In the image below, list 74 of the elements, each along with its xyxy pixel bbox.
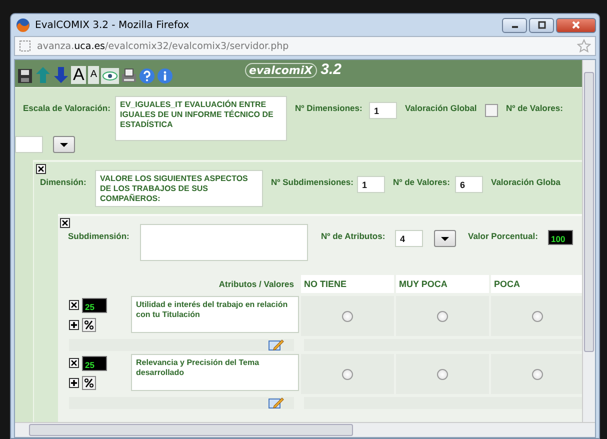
- values-field[interactable]: [15, 136, 43, 153]
- url-text: avanza.uca.es/evalcomix32/evalcomix3/servidor.php: [37, 40, 289, 52]
- percent-icon: [84, 320, 94, 330]
- firefox-icon: [16, 18, 30, 32]
- column-header: NO TIENE: [301, 275, 394, 293]
- save-icon[interactable]: [17, 68, 33, 84]
- help-icon[interactable]: [139, 68, 156, 84]
- values-field[interactable]: 6: [455, 176, 483, 193]
- close-button[interactable]: [556, 18, 596, 32]
- field-label: Valor Porcentual:: [468, 231, 539, 241]
- column-header: MUY POCA: [396, 275, 489, 293]
- subdimension-field[interactable]: [140, 224, 308, 261]
- radio-button[interactable]: [437, 310, 448, 322]
- attribute-field[interactable]: Relevancia y Precisión del Tema desarrollado: [131, 354, 299, 391]
- attribute-field[interactable]: Utilidad e interés del trabajo en relación con tu Titulación: [131, 296, 299, 333]
- radio-button[interactable]: [532, 310, 543, 322]
- field-label: Nº Dimensiones:: [295, 103, 364, 113]
- field-label: Nº Subdimensiones:: [271, 177, 354, 187]
- font-larger-button[interactable]: A: [71, 66, 86, 84]
- close-icon: [571, 21, 581, 29]
- note-edit-icon[interactable]: [268, 397, 284, 409]
- plus-icon[interactable]: [69, 320, 79, 330]
- column-header: Atributos / Valores: [218, 279, 295, 289]
- percent-button[interactable]: [82, 318, 96, 332]
- dropdown-button[interactable]: [434, 230, 456, 247]
- version-text: 3.2: [320, 60, 342, 78]
- plus-icon[interactable]: [69, 378, 79, 388]
- close-icon[interactable]: [69, 358, 79, 368]
- dimension-field[interactable]: VALORE LOS SIGUIENTES ASPECTOS DE LOS TRABAJOS DE SUS COMPAÑEROS:: [95, 170, 263, 207]
- caret-icon: [440, 236, 450, 242]
- radio-button[interactable]: [342, 368, 353, 380]
- global-checkbox[interactable]: [485, 104, 498, 117]
- percent-field[interactable]: 25: [82, 298, 107, 313]
- vertical-scrollbar[interactable]: [582, 60, 595, 422]
- field-label: Valoración Globa: [491, 177, 560, 187]
- app-logo: evalcomiX: [245, 62, 317, 78]
- bookmark-star-icon[interactable]: [577, 39, 591, 53]
- horizontal-scrollbar[interactable]: [15, 422, 595, 437]
- dropdown-button[interactable]: [53, 136, 75, 153]
- field-label: Nº de Atributos:: [321, 231, 386, 241]
- address-field[interactable]: avanza.uca.es/evalcomix32/evalcomix3/servidor.php: [14, 36, 596, 56]
- field-label: Nº de Valores:: [506, 103, 563, 113]
- page-icon: [19, 40, 31, 52]
- minimize-button[interactable]: [502, 18, 527, 32]
- window-title: EvalCOMIX 3.2 - Mozilla Firefox: [35, 20, 190, 30]
- field-label: Nº de Valores:: [393, 177, 451, 187]
- percent-button[interactable]: [82, 376, 96, 390]
- arrow-down-icon[interactable]: [53, 66, 69, 84]
- close-icon[interactable]: [60, 218, 70, 228]
- maximize-icon: [536, 21, 546, 29]
- info-icon[interactable]: [157, 68, 174, 84]
- close-icon[interactable]: [36, 164, 46, 174]
- field-label: Subdimensión:: [68, 231, 130, 241]
- radio-button[interactable]: [532, 368, 543, 380]
- eye-icon[interactable]: [101, 68, 120, 84]
- dimensions-field[interactable]: 1: [369, 102, 397, 119]
- font-smaller-button[interactable]: A: [88, 66, 100, 84]
- attributes-field[interactable]: 4: [395, 230, 423, 247]
- subdimensions-field[interactable]: 1: [357, 176, 385, 193]
- close-icon[interactable]: [69, 300, 79, 310]
- field-label: Valoración Global: [405, 103, 478, 113]
- note-edit-icon[interactable]: [268, 339, 284, 351]
- percent-field[interactable]: 100: [548, 230, 573, 245]
- field-label: Escala de Valoración:: [23, 103, 112, 113]
- radio-button[interactable]: [437, 368, 448, 380]
- percent-field[interactable]: 25: [82, 356, 107, 371]
- scale-name-field[interactable]: EV_IGUALES_IT EVALUACIÓN ENTRE IGUALES DE UN INFORME TÉCNICO DE ESTADÍSTICA: [115, 96, 287, 141]
- percent-icon: [84, 378, 94, 388]
- caret-icon: [59, 142, 69, 148]
- maximize-button[interactable]: [529, 18, 554, 32]
- radio-button[interactable]: [342, 310, 353, 322]
- printer-icon[interactable]: [121, 68, 138, 84]
- field-label: Dimensión:: [40, 177, 88, 187]
- column-header: POCA: [491, 275, 582, 293]
